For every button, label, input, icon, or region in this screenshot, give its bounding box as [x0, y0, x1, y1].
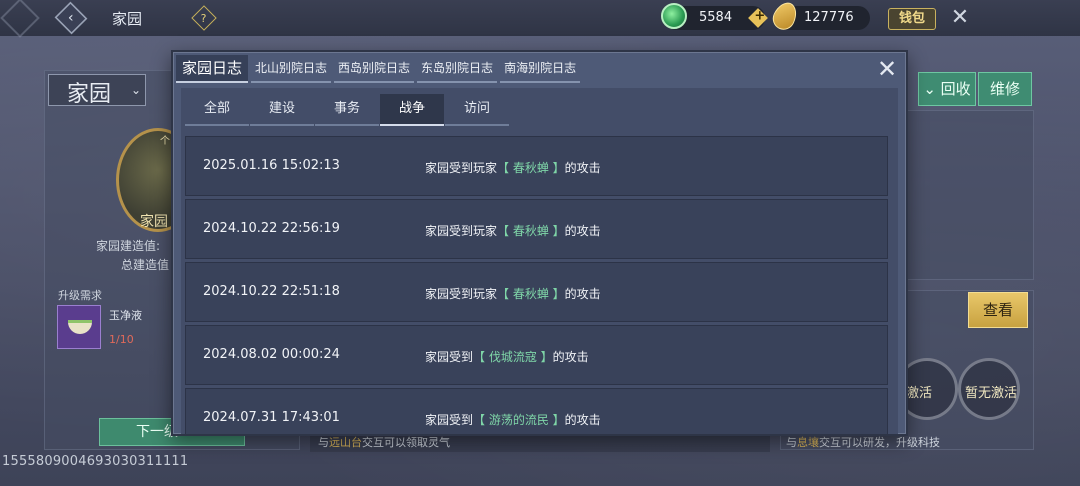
bowl-icon — [68, 320, 92, 334]
home-selector-label: 家园 — [67, 82, 112, 107]
repair-button[interactable]: 维修 — [978, 72, 1032, 106]
filter-war[interactable]: 战争 — [380, 94, 444, 126]
wallet-button[interactable]: 钱包 — [888, 8, 936, 30]
recycle-button[interactable]: ⌄ 回收 — [918, 72, 976, 106]
log-message: 家园受到玩家【 春秋蝉 】的攻击 — [425, 161, 601, 175]
question-icon: ? — [201, 11, 207, 25]
log-date: 2024.10.22 22:56:19 — [203, 221, 340, 236]
log-message: 家园受到玩家【 春秋蝉 】的攻击 — [425, 224, 601, 238]
log-content: 全部 建设 事务 战争 访问 2025.01.16 15:02:13 家园受到玩… — [181, 88, 898, 434]
tab-east-island-log[interactable]: 东岛别院日志 — [417, 55, 498, 83]
home-log-dialog: 家园日志 北山别院日志 西岛别院日志 东岛别院日志 南海别院日志 ✕ 全部 建设… — [171, 50, 908, 436]
tab-west-island-log[interactable]: 西岛别院日志 — [334, 55, 415, 83]
log-filter-tabs: 全部 建设 事务 战争 访问 — [185, 94, 510, 126]
qi-hint: 与远山台交互可以领取灵气 — [318, 436, 450, 449]
log-entry: 2024.10.22 22:56:19 家园受到玩家【 春秋蝉 】的攻击 — [185, 199, 888, 259]
filter-visit[interactable]: 访问 — [445, 94, 509, 126]
player-id: 1555809004693030311111 — [2, 454, 189, 469]
log-date: 2024.10.22 22:51:18 — [203, 284, 340, 299]
close-dialog-button[interactable]: ✕ — [874, 56, 900, 82]
emblem-label: 家园 — [140, 214, 168, 230]
log-tabs: 家园日志 北山别院日志 西岛别院日志 东岛别院日志 南海别院日志 — [176, 55, 581, 83]
log-message: 家园受到玩家【 春秋蝉 】的攻击 — [425, 287, 601, 301]
emblem-small-text: 个 — [160, 136, 170, 147]
attacker-name[interactable]: 【 游荡的流民 】 — [473, 413, 565, 427]
attacker-name[interactable]: 【 伐城流寇 】 — [473, 350, 553, 364]
log-message: 家园受到【 伐城流寇 】的攻击 — [425, 350, 589, 364]
log-date: 2024.07.31 17:43:01 — [203, 410, 340, 425]
total-build-label: 总建造值 — [121, 258, 170, 272]
build-value-label: 家园建造值: — [96, 239, 161, 253]
tech-hint: 与息壤交互可以研发，升级科技 — [786, 436, 940, 449]
page-title: 家园 — [112, 10, 143, 28]
filter-all[interactable]: 全部 — [185, 94, 249, 126]
attacker-name[interactable]: 【 春秋蝉 】 — [497, 287, 565, 301]
log-message: 家园受到【 游荡的流民 】的攻击 — [425, 413, 601, 427]
jade-icon — [661, 3, 687, 29]
log-date: 2025.01.16 15:02:13 — [203, 158, 340, 173]
jade-currency: 5584 — [661, 3, 768, 30]
recycle-label: 回收 — [940, 80, 971, 98]
filter-build[interactable]: 建设 — [250, 94, 314, 126]
attacker-name[interactable]: 【 春秋蝉 】 — [497, 224, 565, 238]
seed-amount: 127776 — [804, 10, 854, 25]
seed-currency: 127776 — [769, 0, 870, 34]
tech-slot-1-label: 激活 — [906, 386, 933, 401]
upgrade-item-slot[interactable] — [57, 305, 101, 349]
view-button[interactable]: 查看 — [968, 292, 1028, 328]
close-icon: ✕ — [876, 55, 898, 83]
log-date: 2024.08.02 00:00:24 — [203, 347, 340, 362]
upgrade-need-label: 升级需求 — [58, 289, 102, 302]
tab-south-sea-log[interactable]: 南海别院日志 — [500, 55, 581, 83]
close-page-button[interactable]: ✕ — [948, 6, 972, 30]
chevron-left-icon: ‹ — [68, 9, 74, 26]
filter-affairs[interactable]: 事务 — [315, 94, 379, 126]
home-selector[interactable]: 家园 ⌄ — [48, 74, 146, 107]
upgrade-item-name: 玉净液 — [109, 309, 142, 322]
tab-north-villa-log[interactable]: 北山别院日志 — [251, 55, 332, 83]
log-list[interactable]: 2025.01.16 15:02:13 家园受到玩家【 春秋蝉 】的攻击 202… — [185, 136, 888, 434]
log-entry: 2024.07.31 17:43:01 家园受到【 游荡的流民 】的攻击 — [185, 388, 888, 434]
chevron-down-icon: ⌄ — [131, 83, 142, 97]
jade-amount: 5584 — [699, 10, 733, 25]
tab-home-log[interactable]: 家园日志 — [176, 55, 249, 83]
tech-slot-2-label: 暂无激活 — [965, 386, 1018, 401]
log-entry: 2025.01.16 15:02:13 家园受到玩家【 春秋蝉 】的攻击 — [185, 136, 888, 196]
upgrade-item-count: 1/10 — [109, 333, 134, 346]
log-entry: 2024.10.22 22:51:18 家园受到玩家【 春秋蝉 】的攻击 — [185, 262, 888, 322]
log-entry: 2024.08.02 00:00:24 家园受到【 伐城流寇 】的攻击 — [185, 325, 888, 385]
attacker-name[interactable]: 【 春秋蝉 】 — [497, 161, 565, 175]
